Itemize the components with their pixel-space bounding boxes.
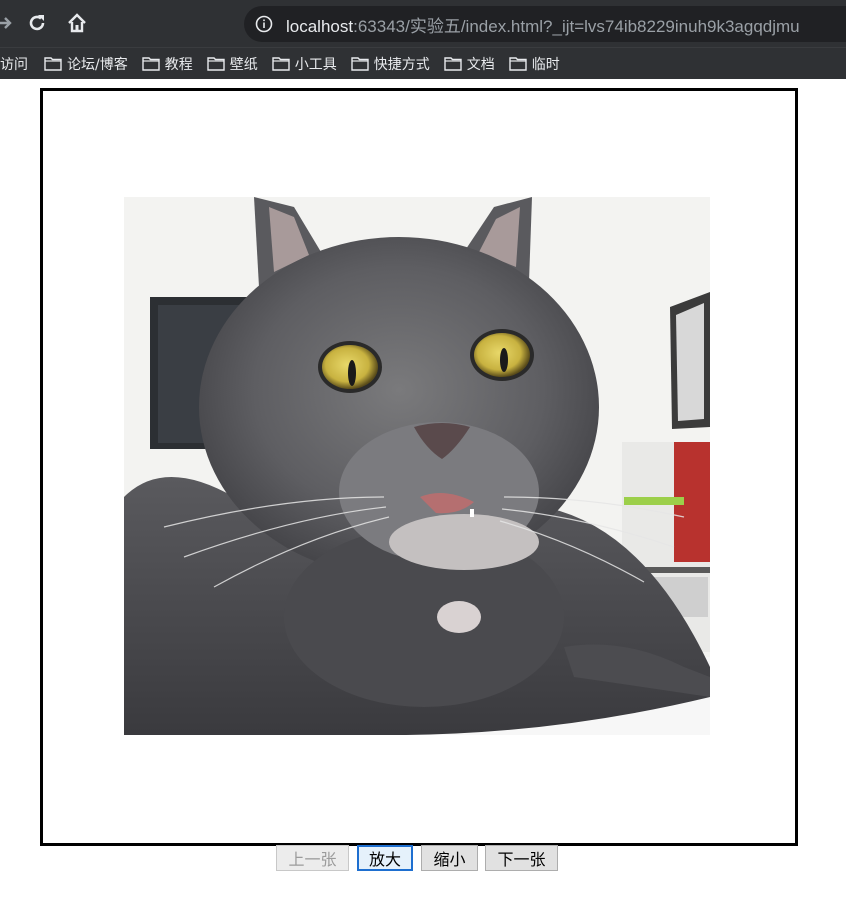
viewer-controls: 上一张 放大 缩小 下一张 <box>0 845 846 873</box>
zoom-out-button[interactable]: 缩小 <box>421 845 478 871</box>
bookmark-folder[interactable]: 临时 <box>509 51 560 77</box>
folder-icon <box>142 56 160 71</box>
url-host: localhost <box>286 16 354 36</box>
bookmark-label: 快捷方式 <box>373 56 430 73</box>
bookmark-label: 小工具 <box>294 56 337 73</box>
folder-icon <box>509 56 527 71</box>
browser-toolbar: localhost:63343/实验五/index.html?_ijt=lvs7… <box>0 0 846 47</box>
prev-image-button[interactable]: 上一张 <box>276 845 349 871</box>
folder-icon <box>351 56 369 71</box>
url-path: :63343/实验五/index.html?_ijt=lvs74ib8229in… <box>353 16 800 36</box>
folder-icon <box>444 56 462 71</box>
reload-icon <box>29 15 45 31</box>
home-icon <box>68 13 86 33</box>
forward-icon <box>0 17 12 29</box>
folder-icon <box>207 56 225 71</box>
cat-photo <box>124 197 710 735</box>
bookmark-label: 壁纸 <box>229 56 258 73</box>
info-icon[interactable] <box>254 14 274 34</box>
cat-photo-illustration <box>124 197 710 735</box>
forward-button[interactable] <box>0 10 18 36</box>
bookmark-folder[interactable]: 论坛/博客 <box>44 51 128 77</box>
bookmark-label: 访问 <box>0 56 28 73</box>
bookmark-folder[interactable]: 小工具 <box>272 51 337 77</box>
folder-icon <box>272 56 290 71</box>
bookmark-label: 临时 <box>531 56 560 73</box>
bookmark-item[interactable]: 访问 <box>0 51 28 77</box>
bookmark-folder[interactable]: 教程 <box>142 51 193 77</box>
image-viewer-frame <box>40 88 798 846</box>
bookmarks-bar: 访问 论坛/博客 教程 壁纸 小工具 快捷方式 文档 临时 <box>0 47 846 79</box>
address-bar[interactable]: localhost:63343/实验五/index.html?_ijt=lvs7… <box>244 6 846 42</box>
bookmark-folder[interactable]: 快捷方式 <box>351 51 430 77</box>
zoom-in-button[interactable]: 放大 <box>357 845 413 871</box>
url-text: localhost:63343/实验五/index.html?_ijt=lvs7… <box>286 12 800 37</box>
bookmark-label: 教程 <box>164 56 193 73</box>
next-image-button[interactable]: 下一张 <box>485 845 558 871</box>
bookmark-folder[interactable]: 文档 <box>444 51 495 77</box>
bookmark-label: 文档 <box>466 56 495 73</box>
home-button[interactable] <box>64 10 90 36</box>
reload-button[interactable] <box>24 10 50 36</box>
bookmark-label: 论坛/博客 <box>67 56 128 73</box>
bookmark-folder[interactable]: 壁纸 <box>207 51 258 77</box>
folder-icon <box>44 56 62 71</box>
